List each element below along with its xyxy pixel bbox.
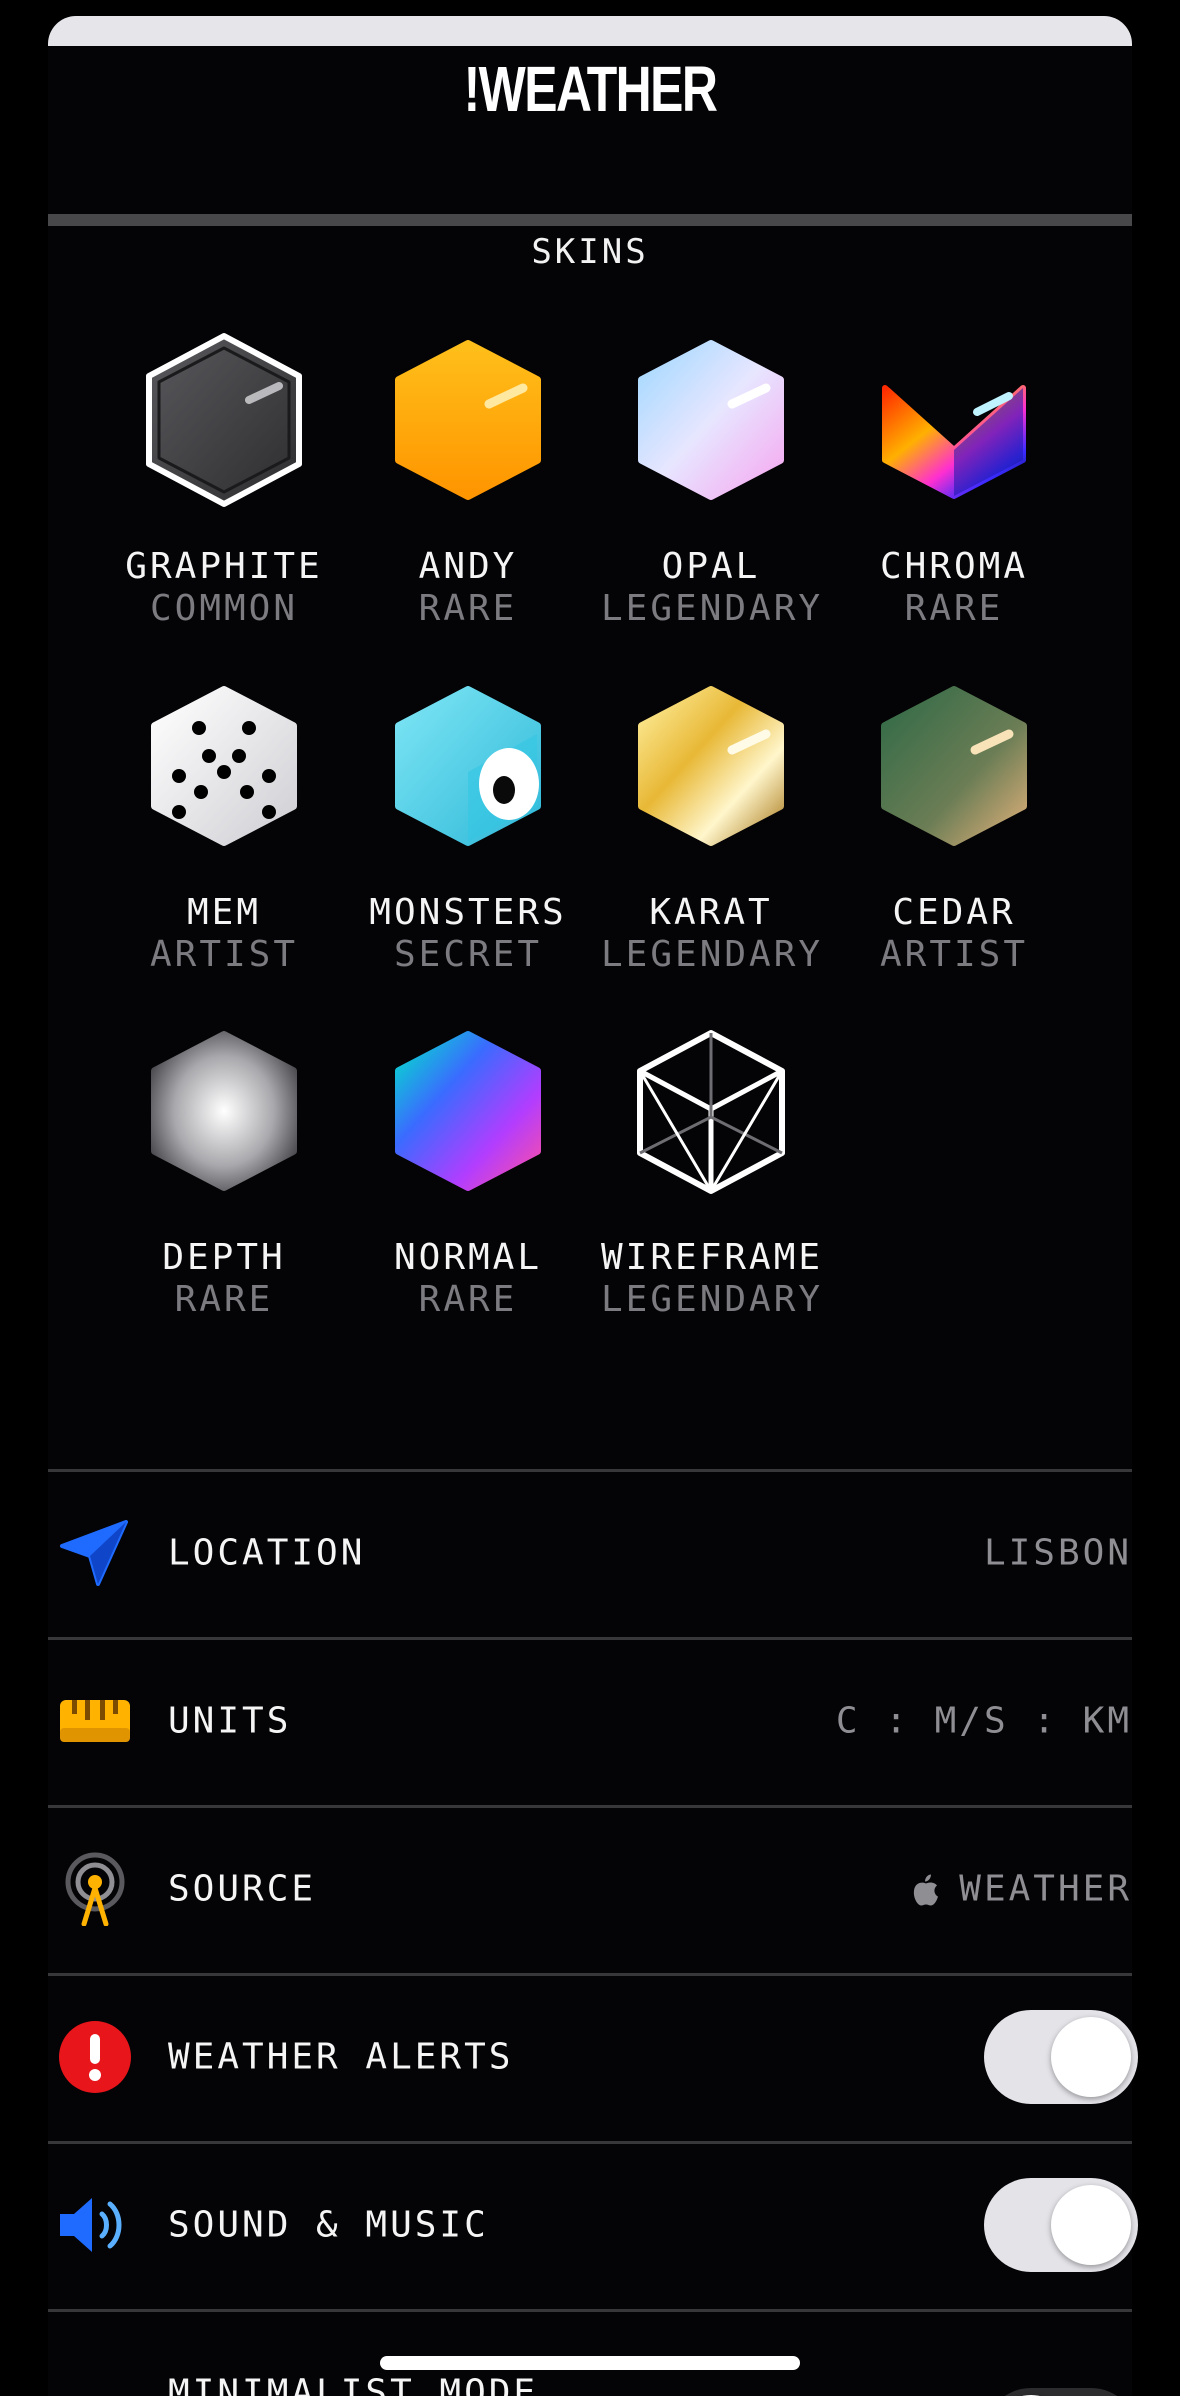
units-value: C : M/S : KM — [836, 1701, 1132, 1742]
normal-cube-icon — [395, 1031, 541, 1191]
skin-rarity: LEGENDARY — [601, 1279, 824, 1320]
skin-name: OPAL — [661, 546, 761, 587]
skin-rarity: SECRET — [393, 934, 543, 975]
skin-name: KARAT — [649, 892, 773, 933]
skin-rarity: ARTIST — [879, 934, 1029, 975]
skin-rarity: ARTIST — [149, 934, 299, 975]
skin-name: MEM — [186, 892, 262, 933]
speaker-icon — [60, 2198, 122, 2252]
apple-logo-icon — [914, 1874, 939, 1905]
cedar-cube-icon — [881, 686, 1027, 846]
sound-music-row: SOUND & MUSIC — [48, 2143, 1138, 2307]
skin-mem[interactable]: MEM ARTIST — [114, 676, 334, 976]
skin-graphite[interactable]: GRAPHITE COMMON — [114, 330, 334, 630]
minimalist-icon — [58, 2356, 132, 2396]
skin-karat[interactable]: KARAT LEGENDARY — [601, 676, 821, 976]
skin-wireframe[interactable]: WIREFRAME LEGENDARY — [601, 1021, 821, 1321]
skin-rarity: RARE — [174, 1279, 274, 1320]
skin-normal[interactable]: NORMAL RARE — [358, 1021, 578, 1321]
skin-andy[interactable]: ANDY RARE — [358, 330, 578, 630]
minimalist-mode-label: MINIMALIST MODE — [168, 2372, 539, 2396]
minimalist-mode-row: MINIMALIST MODE — [48, 2311, 1138, 2396]
skin-rarity: LEGENDARY — [601, 588, 824, 629]
skin-name: GRAPHITE — [125, 546, 323, 587]
skin-monsters[interactable]: MONSTERS SECRET — [358, 676, 578, 976]
location-value: LISBON — [984, 1533, 1132, 1574]
ruler-icon — [60, 1700, 130, 1742]
wireframe-cube-icon — [637, 1030, 785, 1194]
graphite-cube-icon — [146, 333, 302, 507]
monsters-cube-icon — [395, 686, 541, 846]
skin-depth[interactable]: DEPTH RARE — [114, 1021, 334, 1321]
skin-name: DEPTH — [162, 1237, 286, 1278]
skin-rarity: RARE — [418, 1279, 518, 1320]
skin-name: MONSTERS — [369, 892, 567, 933]
alert-icon — [59, 2021, 131, 2093]
source-value-text: WEATHER — [959, 1868, 1132, 1910]
chroma-cube-icon — [882, 385, 1026, 499]
skin-rarity: LEGENDARY — [601, 934, 824, 975]
sound-music-label: SOUND & MUSIC — [168, 2204, 489, 2246]
andy-cube-icon — [395, 340, 541, 500]
skins-grid: GRAPHITE COMMON ANDY RARE OPAL LEGENDARY… — [0, 0, 1180, 1360]
skin-rarity: COMMON — [149, 588, 299, 629]
minimalist-mode-toggle[interactable] — [984, 2388, 1138, 2396]
toggle-knob — [1051, 2017, 1131, 2097]
location-label: LOCATION — [168, 1532, 366, 1574]
weather-alerts-toggle[interactable] — [984, 2010, 1138, 2104]
toggle-knob — [1051, 2185, 1131, 2265]
units-row[interactable]: UNITS C : M/S : KM — [48, 1639, 1132, 1803]
source-label: SOURCE — [168, 1868, 317, 1910]
opal-cube-icon — [638, 340, 784, 500]
skin-rarity: RARE — [904, 588, 1004, 629]
skin-name: CEDAR — [892, 892, 1016, 933]
skin-name: ANDY — [418, 546, 518, 587]
antenna-icon — [65, 1852, 125, 1926]
skin-name: CHROMA — [879, 546, 1029, 587]
depth-cube-icon — [151, 1031, 297, 1191]
skin-cedar[interactable]: CEDAR ARTIST — [844, 676, 1064, 976]
skin-chroma[interactable]: CHROMA RARE — [844, 330, 1064, 630]
location-value-text: LISBON — [983, 1532, 1132, 1574]
source-value: WEATHER — [911, 1869, 1132, 1910]
mem-dice-cube-icon — [151, 686, 297, 846]
units-value-text: C : M/S : KM — [835, 1700, 1132, 1742]
karat-gold-cube-icon — [638, 686, 784, 846]
units-label: UNITS — [168, 1700, 292, 1742]
source-row[interactable]: SOURCE WEATHER — [48, 1807, 1132, 1971]
weather-alerts-row: WEATHER ALERTS — [48, 1975, 1138, 2139]
skin-name: NORMAL — [393, 1237, 543, 1278]
weather-alerts-label: WEATHER ALERTS — [168, 2036, 514, 2078]
location-arrow-icon — [60, 1520, 128, 1586]
skin-rarity: RARE — [418, 588, 518, 629]
location-row[interactable]: LOCATION LISBON — [48, 1471, 1132, 1635]
skin-opal[interactable]: OPAL LEGENDARY — [601, 330, 821, 630]
skin-name: WIREFRAME — [601, 1237, 824, 1278]
home-indicator — [380, 2356, 800, 2370]
sound-music-toggle[interactable] — [984, 2178, 1138, 2272]
